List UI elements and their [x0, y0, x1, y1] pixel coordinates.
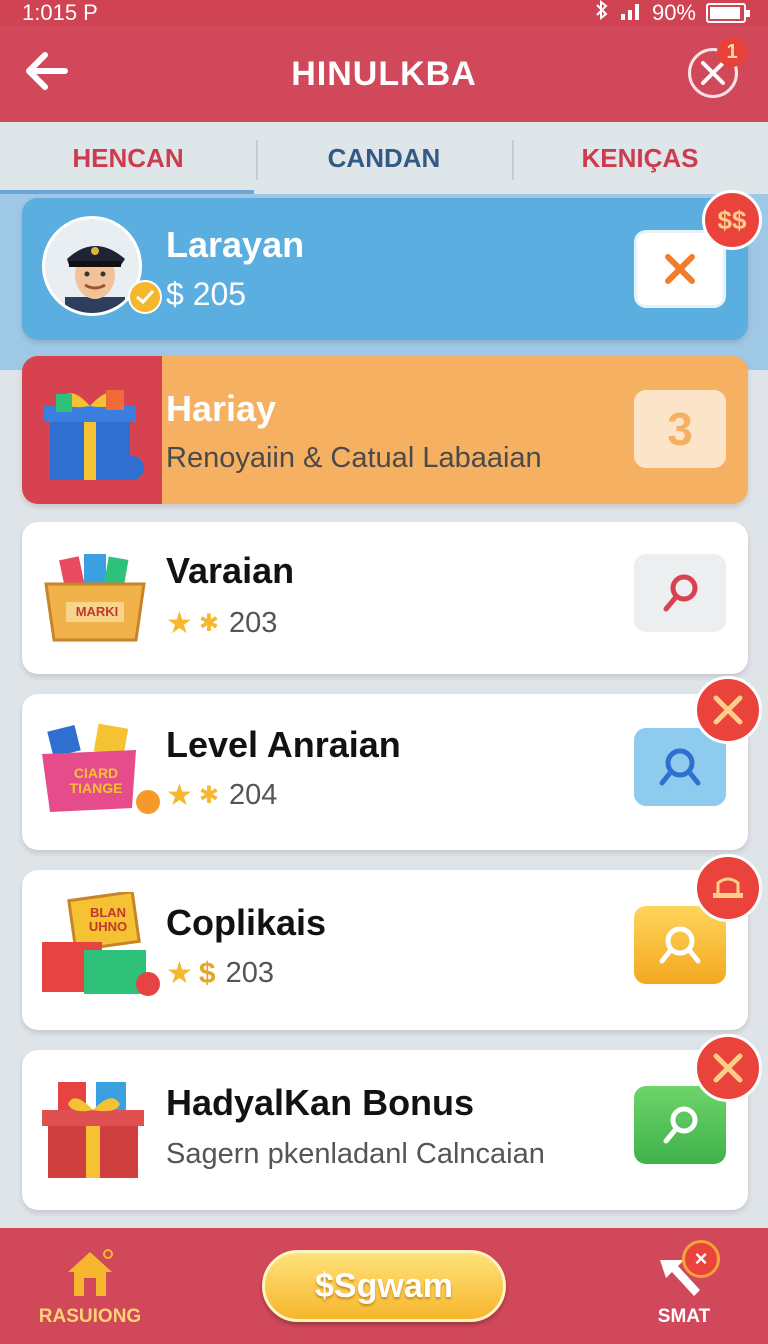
star-half-icon: ✱	[198, 782, 220, 809]
bottom-nav: RASUIONG $Sgwam × SMAT	[0, 1228, 768, 1344]
dollar-icon: $	[198, 956, 216, 990]
nav-smat-icon-wrap: ×	[654, 1240, 720, 1300]
card-title: Level Anraian	[166, 724, 401, 765]
magnifier-icon	[663, 574, 698, 612]
crossed-swords-badge	[694, 676, 762, 744]
star-icon: ★	[166, 957, 193, 990]
back-button[interactable]	[22, 46, 72, 96]
tab-bar: HENCAN CANDAN KENIÇAS	[0, 122, 768, 194]
search-icon	[659, 748, 701, 786]
card-rating: ★ $ 203	[166, 956, 274, 991]
hat-icon	[713, 877, 743, 898]
card-title: Coplikais	[166, 902, 327, 943]
rating-value: 204	[229, 779, 278, 811]
treasure-crate-icon: MARKI	[40, 548, 150, 648]
tab-candan[interactable]: CANDAN	[256, 122, 512, 194]
star-icon: ★	[166, 779, 193, 812]
star-half-icon: ✱	[198, 610, 220, 637]
box-label: BLAN UHNO	[88, 905, 128, 934]
back-arrow-icon	[26, 52, 68, 90]
list-item-hariay[interactable]: Hariay Renoyaiin & Catual Labaaian 3	[22, 356, 748, 504]
count-value: 3	[667, 403, 693, 455]
coin-badge-label: $$	[717, 204, 747, 235]
list-item-hadyalkan-bonus[interactable]: HadyalKan Bonus Sagern pkenladanl Calnca…	[22, 1034, 762, 1210]
crossed-swords-badge	[694, 1034, 762, 1102]
tab-hencan[interactable]: HENCAN	[0, 122, 256, 194]
card-rating: ★ ✱ 204	[166, 778, 277, 813]
home-icon	[68, 1249, 113, 1296]
battery-icon	[706, 3, 750, 23]
status-icons: 90%	[594, 0, 750, 26]
card-title: Varaian	[166, 550, 295, 591]
list-item-coplikais[interactable]: BLAN UHNO Coplikais ★ $ 203	[22, 854, 762, 1030]
status-bar: 1:015 P 90%	[0, 0, 768, 26]
avatar	[42, 216, 142, 316]
battery-percent: 90%	[651, 0, 696, 25]
police-officer-icon	[65, 246, 125, 313]
x-icon	[665, 254, 695, 284]
search-icon	[663, 1106, 698, 1144]
box-label: CIARD TIANGE	[69, 765, 123, 796]
crate-label: MARKI	[75, 604, 119, 619]
primary-cta-button[interactable]: $Sgwam	[262, 1250, 506, 1322]
list-item-level-anraian[interactable]: CIARD TIANGE Level Anraian ★ ✱ 204	[22, 676, 762, 850]
bonus-gift-icon	[38, 1076, 158, 1186]
gift-box-icon	[44, 390, 144, 480]
magnifier-button[interactable]	[634, 554, 726, 632]
card-title: Hariay	[166, 388, 277, 429]
list-item-larayan[interactable]: Larayan $ 205 $$	[22, 190, 762, 340]
card-title: Larayan	[166, 224, 305, 265]
star-icon: ★	[166, 607, 193, 640]
count-button[interactable]: 3	[634, 390, 726, 468]
page-title: HINULKBA	[291, 54, 477, 93]
list-item-varaian[interactable]: MARKI Varaian ★ ✱ 203	[22, 522, 748, 674]
bundle-box-icon: BLAN UHNO	[36, 890, 160, 1002]
app-header: HINULKBA 1	[0, 26, 768, 122]
coin-badge: $$	[702, 190, 762, 250]
game-box-icon: CIARD TIANGE	[36, 720, 160, 820]
crossed-swords-icon	[713, 1053, 743, 1083]
notification-badge: 1	[717, 37, 747, 67]
nav-close-badge: ×	[682, 1240, 720, 1278]
card-description: Renoyaiin & Catual Labaaian	[166, 442, 542, 474]
card-title: HadyalKan Bonus	[166, 1082, 475, 1123]
nav-smat[interactable]: × SMAT	[634, 1240, 734, 1330]
nav-home-label: RASUIONG	[38, 1306, 142, 1327]
card-icon-panel	[22, 356, 162, 504]
tab-kenicas[interactable]: KENIÇAS	[512, 122, 768, 194]
close-button[interactable]: 1	[688, 37, 747, 98]
rating-value: 203	[225, 957, 274, 989]
card-description: Sagern pkenladanl Calncaian	[166, 1138, 545, 1170]
nav-smat-label: SMAT	[657, 1306, 711, 1327]
hat-badge	[694, 854, 762, 922]
search-icon	[659, 926, 701, 964]
verified-badge-icon	[128, 280, 162, 314]
card-rating: ★ ✱ 203	[166, 606, 277, 641]
bluetooth-icon	[594, 0, 610, 26]
card-balance: $ 205	[166, 276, 247, 312]
crossed-swords-icon	[713, 695, 743, 725]
rating-value: 203	[229, 607, 278, 639]
nav-home[interactable]: RASUIONG	[38, 1246, 142, 1330]
signal-icon	[620, 0, 642, 26]
status-time: 1:015 P	[22, 0, 98, 25]
